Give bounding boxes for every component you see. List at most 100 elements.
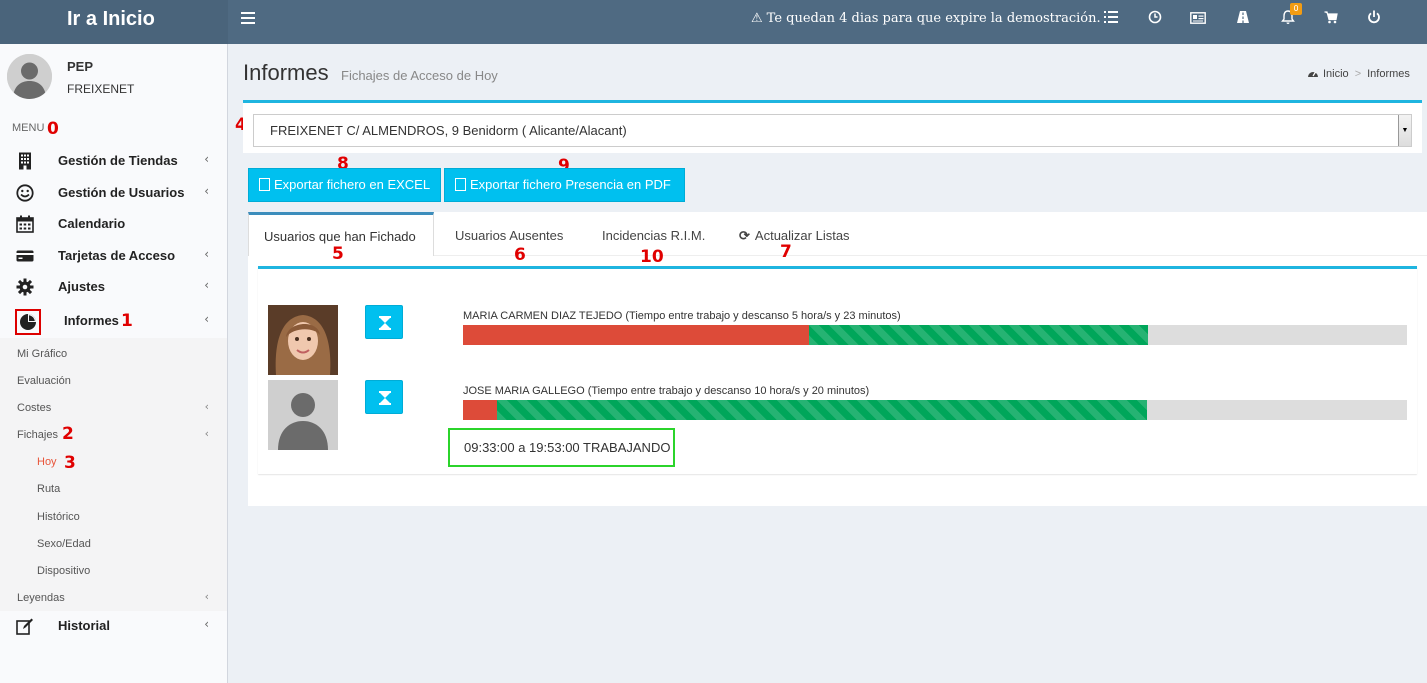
submenu-item-historico[interactable]: Histórico: [37, 511, 80, 523]
home-link[interactable]: Ir a Inicio: [0, 0, 228, 44]
chevron-left-icon: ‹: [204, 312, 209, 326]
refresh-icon: ⟳: [739, 228, 750, 243]
submenu-item-sexo-edad[interactable]: Sexo/Edad: [37, 538, 91, 550]
annotation-2: 2: [62, 424, 74, 444]
record-name-label: MARIA CARMEN DIAZ TEJEDO (Tiempo entre t…: [463, 310, 901, 322]
user-name: PEP: [67, 59, 94, 74]
submenu-item-evaluacion[interactable]: Evaluación: [17, 375, 71, 387]
sidebar-item-gestion-tiendas[interactable]: Gestión de Tiendas ‹: [0, 146, 227, 176]
submenu-item-mi-grafico[interactable]: Mi Gráfico: [17, 348, 67, 360]
bar-segment-work: [497, 400, 1147, 420]
sidebar-item-tarjetas-acceso[interactable]: Tarjetas de Acceso ‹: [0, 241, 227, 271]
time-range-tooltip: 09:33:00 a 19:53:00 TRABAJANDO: [448, 428, 675, 467]
id-card-icon[interactable]: [1188, 10, 1208, 30]
tab-actualizar-listas[interactable]: ⟳ Actualizar Listas: [739, 212, 850, 256]
cart-icon[interactable]: [1321, 10, 1341, 30]
annotation-6: 6: [514, 245, 526, 265]
sidebar: PEP FREIXENET MENU 0 Gestión de Tiendas …: [0, 44, 228, 683]
export-excel-button[interactable]: Exportar fichero en EXCEL: [248, 168, 441, 202]
time-progress-bar[interactable]: [463, 400, 1407, 420]
export-pdf-button[interactable]: Exportar fichero Presencia en PDF: [444, 168, 685, 202]
bar-segment-work: [809, 325, 1148, 345]
chevron-left-icon: ‹: [204, 247, 209, 261]
sidebar-item-label: Gestión de Usuarios: [58, 185, 185, 200]
breadcrumb-current: Informes: [1367, 68, 1410, 80]
user-photo: [268, 305, 338, 375]
file-pdf-icon: [455, 178, 466, 191]
chevron-left-icon: ‹: [204, 400, 209, 413]
chevron-left-icon: ‹: [204, 617, 209, 631]
tabs-panel: Usuarios que han Fichado Usuarios Ausent…: [248, 212, 1427, 506]
hourglass-icon: [379, 316, 391, 330]
time-progress-bar[interactable]: [463, 325, 1407, 345]
sidebar-item-label: Informes: [64, 313, 119, 328]
chevron-left-icon: ‹: [204, 184, 209, 198]
top-navbar: Ir a Inicio ⚠ Te quedan 4 dias para que e…: [0, 0, 1427, 44]
breadcrumb-home[interactable]: Inicio: [1323, 68, 1349, 80]
submenu-item-hoy[interactable]: Hoy: [37, 456, 57, 468]
gear-icon: [16, 278, 34, 296]
sidebar-item-historial[interactable]: Historial ‹: [0, 611, 227, 641]
list-icon[interactable]: [1101, 10, 1121, 30]
road-icon[interactable]: [1233, 10, 1253, 30]
user-company: FREIXENET: [67, 82, 135, 96]
hourglass-button[interactable]: [365, 305, 403, 339]
user-avatar: [7, 54, 52, 99]
hourglass-button[interactable]: [365, 380, 403, 414]
tab-usuarios-ausentes[interactable]: Usuarios Ausentes: [455, 212, 563, 256]
smile-icon: [16, 184, 34, 202]
dashboard-icon: [1308, 71, 1318, 77]
chevron-left-icon: ‹: [204, 152, 209, 166]
calendar-icon: [16, 215, 34, 233]
file-excel-icon: [259, 178, 270, 191]
record-name-label: JOSE MARIA GALLEGO (Tiempo entre trabajo…: [463, 385, 870, 397]
breadcrumb-separator: >: [1354, 68, 1362, 80]
annotation-0: 0: [47, 119, 59, 139]
annotation-1: 1: [121, 311, 133, 331]
demo-expiry-message: ⚠ Te quedan 4 dias para que expire la dem…: [751, 11, 1101, 26]
edit-icon: [16, 617, 34, 635]
chevron-left-icon: ‹: [204, 427, 209, 440]
annotation-5: 5: [332, 244, 344, 264]
hourglass-icon: [379, 391, 391, 405]
hamburger-menu-icon[interactable]: [241, 12, 255, 24]
sidebar-item-calendario[interactable]: Calendario: [0, 209, 227, 239]
records-box: [258, 266, 1417, 474]
building-icon: [16, 152, 34, 170]
chevron-left-icon: ‹: [204, 590, 209, 603]
store-select[interactable]: FREIXENET C/ ALMENDROS, 9 Benidorm ( Ali…: [253, 114, 1412, 147]
annotation-10: 10: [640, 247, 664, 267]
sidebar-item-label: Gestión de Tiendas: [58, 153, 178, 168]
menu-header: MENU: [12, 122, 45, 134]
power-icon[interactable]: [1364, 10, 1384, 30]
warning-icon: ⚠: [751, 11, 763, 26]
sidebar-item-label: Ajustes: [58, 279, 105, 294]
annotation-7: 7: [780, 242, 792, 262]
submenu-item-leyendas[interactable]: Leyendas: [17, 592, 65, 604]
credit-card-icon: [16, 247, 34, 265]
sidebar-item-informes[interactable]: Informes ‹: [0, 306, 227, 336]
submenu-item-ruta[interactable]: Ruta: [37, 483, 60, 495]
submenu-item-fichajes[interactable]: Fichajes: [17, 429, 58, 441]
sidebar-item-label: Historial: [58, 618, 111, 633]
store-select-box: FREIXENET C/ ALMENDROS, 9 Benidorm ( Ali…: [243, 100, 1422, 153]
bar-segment-rest: [463, 400, 497, 420]
breadcrumb: Inicio > Informes: [1307, 68, 1427, 80]
notification-badge: 0: [1290, 3, 1302, 15]
chevron-left-icon: ‹: [204, 278, 209, 292]
sidebar-item-label: Calendario: [58, 216, 126, 231]
sidebar-item-ajustes[interactable]: Ajustes ‹: [0, 272, 227, 302]
sidebar-item-gestion-usuarios[interactable]: Gestión de Usuarios ‹: [0, 178, 227, 208]
clock-icon[interactable]: [1145, 10, 1165, 30]
sidebar-item-label: Tarjetas de Acceso: [58, 248, 176, 263]
annotation-3: 3: [64, 453, 76, 473]
page-subtitle: Fichajes de Acceso de Hoy: [341, 68, 498, 83]
page-title: Informes: [243, 60, 329, 85]
submenu-item-dispositivo[interactable]: Dispositivo: [37, 565, 90, 577]
store-select-value: FREIXENET C/ ALMENDROS, 9 Benidorm ( Ali…: [270, 123, 627, 138]
user-photo-placeholder: [268, 380, 338, 450]
submenu-item-costes[interactable]: Costes: [17, 402, 51, 414]
pie-chart-icon: [15, 309, 41, 335]
bar-segment-rest: [463, 325, 809, 345]
dropdown-arrow-icon[interactable]: ▼: [1398, 115, 1411, 146]
